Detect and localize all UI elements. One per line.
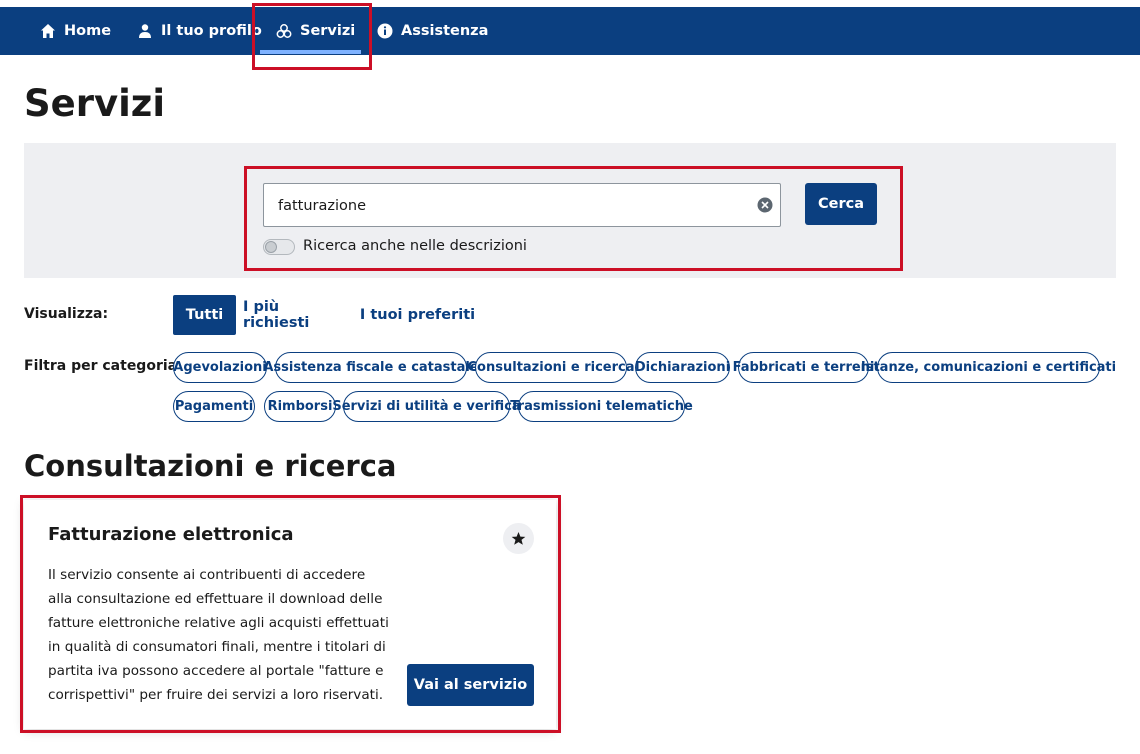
category-chip-dichiarazioni[interactable]: Dichiarazioni bbox=[635, 352, 730, 383]
category-chip-assistenza[interactable]: Assistenza fiscale e catastale bbox=[263, 352, 479, 383]
nav-item-assistance[interactable]: Assistenza bbox=[377, 7, 488, 55]
nav-item-label: Il tuo profilo bbox=[161, 23, 262, 39]
view-label: Visualizza: bbox=[24, 306, 109, 322]
category-chip-fabbricati[interactable]: Fabbricati e terreni bbox=[733, 352, 874, 383]
top-navigation-bar: Home Il tuo profilo Servizi Assistenza bbox=[0, 7, 1140, 55]
nav-item-label: Home bbox=[64, 23, 112, 39]
nav-item-home[interactable]: Home bbox=[40, 7, 111, 55]
category-chip-pagamenti[interactable]: Pagamenti bbox=[173, 391, 255, 422]
user-icon bbox=[139, 24, 151, 38]
tab-most-requested[interactable]: I più richiesti bbox=[243, 295, 349, 335]
category-chip-agevolazioni[interactable]: Agevolazioni bbox=[173, 352, 267, 383]
tab-all[interactable]: Tutti bbox=[173, 295, 236, 335]
home-icon bbox=[41, 24, 55, 38]
category-chip-consultazioni[interactable]: Consultazioni e ricerca bbox=[468, 352, 635, 383]
highlight-box-card bbox=[20, 495, 561, 733]
nav-item-profile[interactable]: Il tuo profilo bbox=[137, 7, 262, 55]
category-chip-rimborsi[interactable]: Rimborsi bbox=[264, 391, 336, 422]
info-icon bbox=[377, 23, 393, 39]
category-chip-istanze[interactable]: Istanze, comunicazioni e certificati bbox=[861, 352, 1116, 383]
highlight-box-services bbox=[252, 3, 372, 70]
page-title: Servizi bbox=[24, 82, 166, 125]
category-chip-trasmissioni[interactable]: Trasmissioni telematiche bbox=[510, 391, 693, 422]
section-title: Consultazioni e ricerca bbox=[24, 449, 397, 483]
filter-label: Filtra per categoria: bbox=[24, 358, 183, 374]
nav-item-label: Assistenza bbox=[401, 23, 489, 39]
tab-favourites[interactable]: I tuoi preferiti bbox=[359, 295, 476, 335]
category-chip-servizi-utilita[interactable]: Servizi di utilità e verifica bbox=[332, 391, 521, 422]
highlight-box-search bbox=[244, 166, 903, 271]
